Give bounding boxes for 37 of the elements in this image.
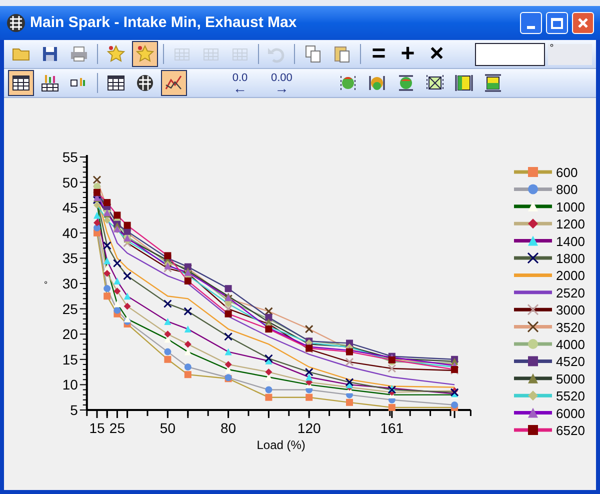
y-tick-label: 20 [62, 326, 78, 342]
legend-label: 3520 [556, 320, 585, 335]
y-axis-title: ° [44, 280, 48, 290]
y-tick-label: 25 [62, 300, 78, 317]
window-title: Main Spark - Intake Min, Exhaust Max [30, 12, 297, 33]
y-tick-label: 35 [62, 250, 78, 266]
legend-label: 800 [556, 182, 578, 198]
legend-label: 2000 [556, 268, 585, 284]
legend-label: 3000 [556, 302, 585, 318]
x-tick-label: 120 [297, 420, 321, 436]
legend-label: 6000 [556, 406, 585, 421]
y-tick-label: 30 [62, 276, 78, 292]
x-tick-label: 25 [109, 420, 125, 436]
legend-label: 4520 [556, 354, 585, 370]
y-tick-label: 15 [62, 351, 78, 368]
legend-label: 5000 [556, 371, 585, 386]
legend-label: 4000 [556, 337, 585, 352]
x-axis-title: Load (%) [256, 438, 306, 452]
legend-label: 5520 [556, 388, 585, 404]
legend-label: 1800 [556, 251, 585, 266]
x-tick-label: 50 [160, 420, 176, 436]
unit-field: ° [548, 44, 592, 64]
y-tick-label: 5 [70, 402, 78, 418]
y-tick-label: 40 [62, 224, 78, 241]
y-tick-label: 50 [62, 174, 78, 190]
legend-label: 1000 [556, 199, 585, 214]
y-tick-label: 10 [62, 376, 78, 393]
y-tick-label: 55 [62, 149, 78, 165]
legend-label: 1400 [556, 234, 585, 249]
y-tick-label: 45 [62, 200, 78, 216]
legend-label: 600 [556, 165, 578, 180]
x-tick-label: 15 [89, 420, 105, 436]
legend-label: 6520 [556, 423, 585, 438]
legend-label: 1200 [556, 216, 585, 232]
x-tick-label: 161 [380, 420, 404, 436]
x-tick-label: 80 [220, 420, 236, 436]
legend-label: 2520 [556, 285, 585, 300]
